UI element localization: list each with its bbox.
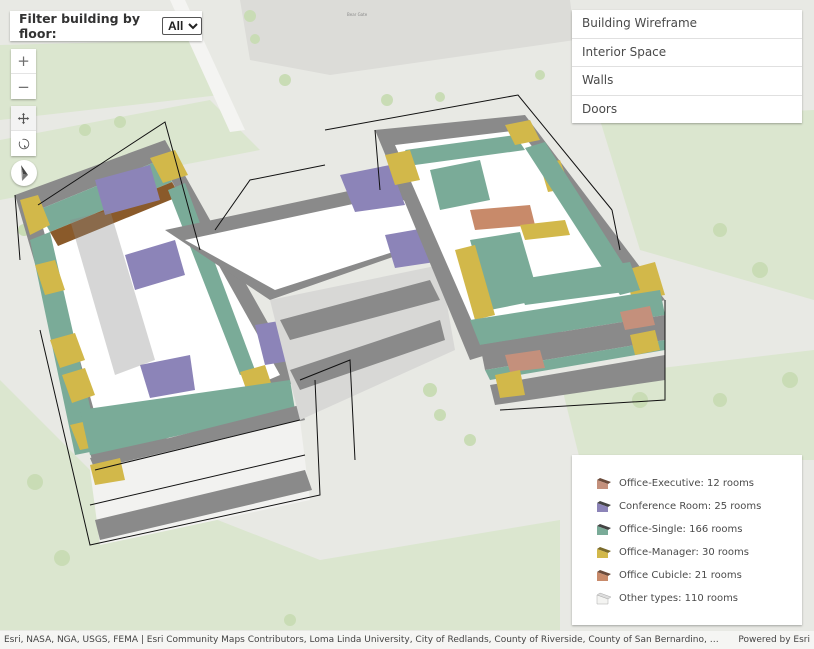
navigation-mode-controls	[11, 106, 36, 156]
layer-building-wireframe[interactable]: Building Wireframe	[572, 10, 802, 39]
compass-icon	[21, 165, 28, 181]
legend-label: Office-Executive: 12 rooms	[619, 478, 755, 489]
legend-item-other-types: Other types: 110 rooms	[572, 587, 802, 610]
legend-label: Office-Single: 166 rooms	[619, 524, 743, 535]
zoom-in-button[interactable]: +	[11, 49, 36, 74]
legend-item-office-executive: Office-Executive: 12 rooms	[572, 472, 802, 495]
zoom-out-button[interactable]: −	[11, 74, 36, 99]
floor-filter-panel: Filter building by floor: All	[10, 11, 202, 41]
powered-by-esri[interactable]: Powered by Esri	[738, 635, 810, 645]
layer-list: Building Wireframe Interior Space Walls …	[572, 10, 802, 123]
office-single-swatch-icon	[597, 524, 611, 535]
layer-doors[interactable]: Doors	[572, 96, 802, 124]
rotate-button[interactable]	[11, 131, 36, 156]
layer-interior-space[interactable]: Interior Space	[572, 39, 802, 67]
rotate-icon	[18, 138, 29, 149]
legend: Office-Executive: 12 rooms Conference Ro…	[572, 455, 802, 625]
pan-button[interactable]	[11, 106, 36, 131]
floor-select[interactable]: All	[162, 17, 202, 35]
legend-label: Office-Manager: 30 rooms	[619, 547, 749, 558]
legend-label: Office Cubicle: 21 rooms	[619, 570, 742, 581]
office-manager-swatch-icon	[597, 547, 611, 558]
floor-filter-label: Filter building by floor:	[19, 11, 141, 41]
other-types-swatch-icon	[596, 592, 612, 605]
attribution-sources[interactable]: Esri, NASA, NGA, USGS, FEMA | Esri Commu…	[4, 635, 724, 645]
office-executive-swatch-icon	[597, 478, 611, 489]
pan-icon	[17, 112, 30, 124]
office-cubicle-swatch-icon	[597, 570, 611, 581]
legend-label: Conference Room: 25 rooms	[619, 501, 762, 512]
zoom-controls: + −	[11, 49, 36, 99]
layer-walls[interactable]: Walls	[572, 67, 802, 96]
attribution-bar: Esri, NASA, NGA, USGS, FEMA | Esri Commu…	[0, 631, 814, 649]
compass-button[interactable]	[11, 160, 37, 186]
conference-room-swatch-icon	[597, 501, 611, 512]
legend-label: Other types: 110 rooms	[619, 593, 739, 604]
legend-item-conference-room: Conference Room: 25 rooms	[572, 495, 802, 518]
legend-item-office-single: Office-Single: 166 rooms	[572, 518, 802, 541]
street-label: Bear Gate	[347, 12, 368, 17]
legend-item-office-cubicle: Office Cubicle: 21 rooms	[572, 564, 802, 587]
legend-item-office-manager: Office-Manager: 30 rooms	[572, 541, 802, 564]
